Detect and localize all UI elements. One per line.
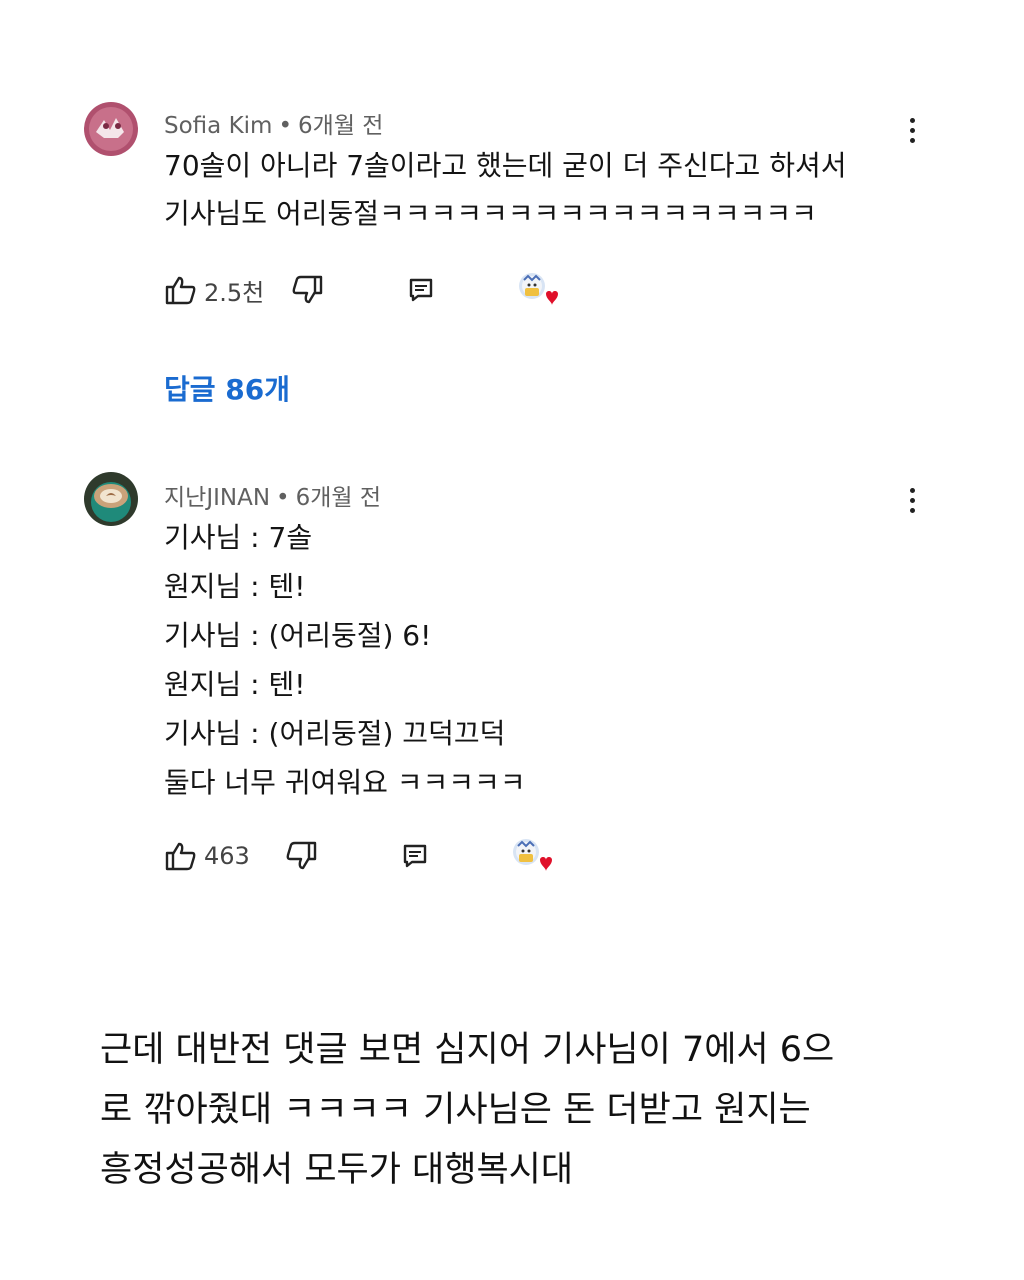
- more-vert-icon[interactable]: [898, 112, 926, 148]
- creator-heart-icon: [514, 270, 562, 310]
- post-caption: 근데 대반전 댓글 보면 심지어 기사님이 7에서 6으 로 깎아줬대 ㅋㅋㅋㅋ…: [100, 1020, 940, 1200]
- more-vert-icon[interactable]: [898, 482, 926, 518]
- avatar[interactable]: [84, 102, 138, 156]
- comment-actions: 463: [164, 836, 556, 876]
- comment-text-line: 70솔이 아니라 7솔이라고 했는데 굳이 더 주신다고 하셔서: [164, 149, 847, 182]
- thumbs-down-icon[interactable]: [290, 275, 324, 305]
- thumbs-up-icon[interactable]: [164, 275, 198, 305]
- comment-text-line: 기사님 : (어리둥절) 끄덕끄덕: [164, 717, 506, 750]
- comment-text-line: 기사님 : 7솔: [164, 521, 313, 554]
- like-count: 2.5천: [204, 278, 265, 307]
- like-count: 463: [204, 842, 250, 870]
- comment-time[interactable]: 6개월 전: [298, 113, 383, 139]
- post-caption-line: 로 깎아줬대 ㅋㅋㅋㅋ 기사님은 돈 더받고 원지는: [100, 1090, 811, 1130]
- thumbs-down-icon[interactable]: [284, 841, 318, 871]
- comment-time[interactable]: 6개월 전: [296, 485, 381, 511]
- post-caption-line: 흥정성공해서 모두가 대행복시대: [100, 1150, 574, 1190]
- author-name[interactable]: Sofia Kim: [164, 113, 272, 139]
- comment-actions: 2.5천: [164, 270, 562, 310]
- reply-icon[interactable]: [402, 843, 428, 869]
- post-caption-line: 근데 대반전 댓글 보면 심지어 기사님이 7에서 6으: [100, 1030, 835, 1070]
- comment-header: Sofia Kim • 6개월 전: [164, 106, 383, 140]
- author-name[interactable]: 지난JINAN: [164, 485, 270, 511]
- separator-dot: •: [276, 485, 290, 511]
- comment-text-line: 기사님 : (어리둥절) 6!: [164, 619, 432, 652]
- comment-text-line: 원지님 : 텐!: [164, 570, 306, 603]
- comment-text-line: 기사님도 어리둥절ㅋㅋㅋㅋㅋㅋㅋㅋㅋㅋㅋㅋㅋㅋㅋㅋㅋ: [164, 197, 817, 230]
- avatar[interactable]: [84, 472, 138, 526]
- view-replies-link[interactable]: 답글 86개: [164, 368, 290, 408]
- separator-dot: •: [278, 113, 293, 139]
- creator-heart-icon: [508, 836, 556, 876]
- reply-icon[interactable]: [408, 277, 434, 303]
- thumbs-up-icon[interactable]: [164, 841, 198, 871]
- comment-text-line: 원지님 : 텐!: [164, 668, 306, 701]
- comment-header: 지난JINAN • 6개월 전: [164, 478, 381, 512]
- comment-text-line: 둘다 너무 귀여워요 ㅋㅋㅋㅋㅋ: [164, 766, 526, 799]
